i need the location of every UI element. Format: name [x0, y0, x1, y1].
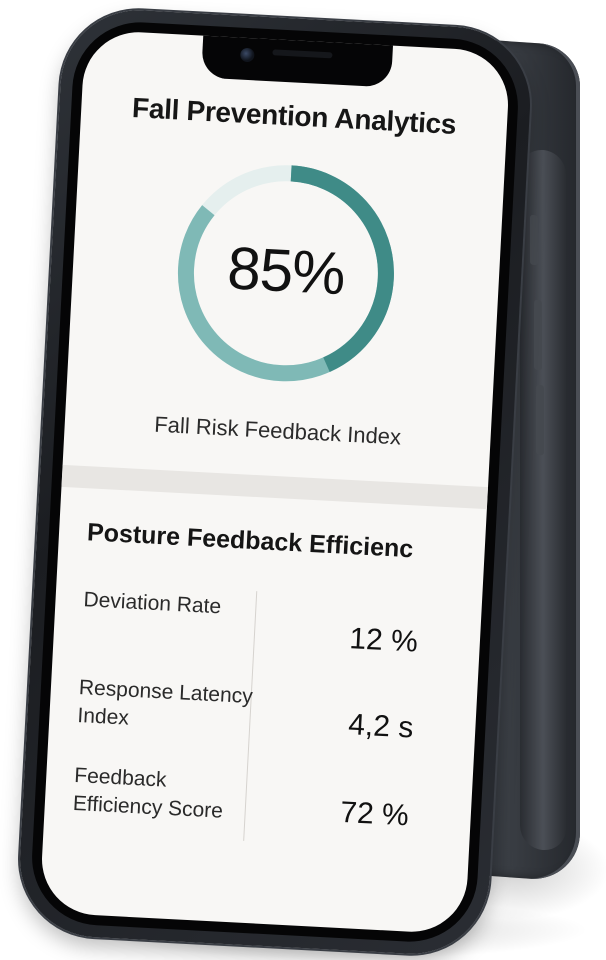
- section-divider: [61, 464, 489, 510]
- product-scene: Fall Prevention Analytics 85% Fall Risk …: [0, 0, 606, 960]
- metric-row-feedback-efficiency: Feedback Efficiency Score 72 %: [70, 762, 434, 869]
- rear-side-button: [536, 384, 544, 456]
- metric-value: 12 %: [348, 622, 419, 659]
- metric-label: Response Latency Index: [76, 676, 254, 730]
- metrics-list: Deviation Rate 12 % Response Latency Ind…: [70, 586, 443, 868]
- rear-side-button: [530, 214, 538, 266]
- camera-icon: [239, 47, 255, 63]
- metric-label: Deviation Rate: [82, 588, 222, 619]
- rear-phone-rim: [520, 148, 566, 852]
- phone-device: Fall Prevention Analytics 85% Fall Risk …: [16, 6, 534, 958]
- metric-label: Feedback Efficiency Score: [72, 763, 224, 823]
- phone-screen: Fall Prevention Analytics 85% Fall Risk …: [39, 29, 511, 935]
- risk-index-gauge: 85%: [165, 152, 407, 394]
- page-title: Fall Prevention Analytics: [131, 92, 458, 140]
- speaker-grille: [272, 49, 333, 59]
- section-title: Posture Feedback Efficienc: [86, 518, 414, 564]
- risk-index-value: 85%: [225, 234, 347, 308]
- metric-value: 4,2 s: [347, 708, 415, 745]
- risk-index-label: Fall Risk Feedback Index: [153, 411, 402, 450]
- metric-value: 72 %: [339, 795, 410, 833]
- rear-side-button: [534, 299, 542, 371]
